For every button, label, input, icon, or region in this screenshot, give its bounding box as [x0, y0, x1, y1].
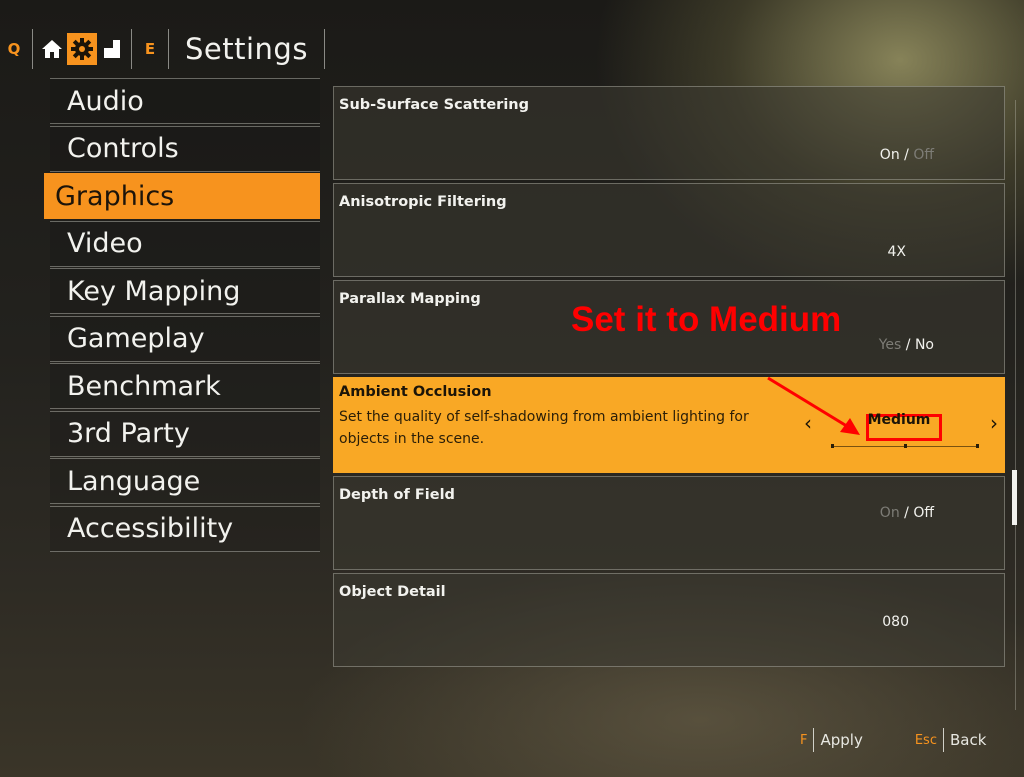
option-off[interactable]: Off: [913, 505, 934, 521]
slider-tick: [831, 444, 834, 448]
apply-key: F: [800, 732, 808, 748]
divider: [32, 29, 33, 69]
setting-label: Parallax Mapping: [339, 291, 481, 307]
option-yes[interactable]: Yes: [879, 337, 902, 353]
sidebar-item-audio[interactable]: Audio: [50, 78, 320, 124]
setting-anisotropic-filtering[interactable]: Anisotropic Filtering 4X: [333, 183, 1005, 277]
sidebar-item-3rd-party[interactable]: 3rd Party: [50, 410, 320, 457]
divider: [813, 728, 815, 752]
divider: [168, 29, 169, 69]
slider-tick: [976, 444, 979, 448]
option-on[interactable]: On: [880, 505, 900, 521]
back-button[interactable]: Back: [950, 731, 986, 749]
setting-label: Ambient Occlusion: [339, 384, 492, 400]
selected-value: Medium: [867, 412, 931, 428]
tab-settings[interactable]: [67, 33, 97, 65]
home-icon: [42, 40, 62, 58]
footer-actions: F Apply Esc Back: [800, 728, 986, 752]
sidebar-item-key-mapping[interactable]: Key Mapping: [50, 268, 320, 314]
back-key: Esc: [914, 732, 937, 748]
divider: [131, 29, 132, 69]
settings-categories: Audio Controls Graphics Video Key Mappin…: [44, 78, 320, 553]
sidebar-item-gameplay[interactable]: Gameplay: [50, 315, 320, 362]
setting-label: Sub-Surface Scattering: [339, 97, 529, 113]
setting-label: Object Detail: [339, 584, 446, 600]
sidebar-item-graphics[interactable]: Graphics: [44, 173, 320, 219]
setting-sub-surface-scattering[interactable]: Sub-Surface Scattering On / Off: [333, 86, 1005, 180]
sidebar-item-accessibility[interactable]: Accessibility: [50, 505, 320, 552]
graphics-settings-list: Sub-Surface Scattering On / Off Anisotro…: [333, 86, 1005, 670]
setting-ambient-occlusion[interactable]: Ambient Occlusion Set the quality of sel…: [333, 377, 1005, 473]
annotation-text: Set it to Medium: [571, 300, 842, 339]
scrollbar-thumb[interactable]: [1012, 470, 1017, 525]
top-navigation: Q E Settings: [0, 28, 329, 70]
annotation-arrow-icon: [767, 376, 860, 435]
setting-depth-of-field[interactable]: Depth of Field On / Off: [333, 476, 1005, 570]
gear-icon: [71, 38, 93, 60]
setting-description: Set the quality of self-shadowing from a…: [339, 409, 749, 447]
toggle-value[interactable]: On / Off: [880, 505, 934, 521]
prev-tab-key[interactable]: Q: [0, 40, 28, 58]
setting-label: Depth of Field: [339, 487, 455, 503]
divider: [942, 728, 944, 752]
option-no[interactable]: No: [915, 337, 934, 353]
option-off[interactable]: Off: [913, 147, 934, 163]
toggle-value[interactable]: On / Off: [880, 147, 934, 163]
tab-documents[interactable]: [97, 33, 127, 65]
next-tab-key[interactable]: E: [136, 40, 164, 58]
setting-label: Anisotropic Filtering: [339, 194, 507, 210]
toggle-value[interactable]: Yes / No: [879, 337, 934, 353]
scrollbar-track[interactable]: [1015, 100, 1016, 710]
divider: [323, 29, 325, 69]
sidebar-item-benchmark[interactable]: Benchmark: [50, 363, 320, 409]
sidebar-item-language[interactable]: Language: [50, 458, 320, 504]
setting-value[interactable]: 080: [882, 614, 909, 630]
page-title: Settings: [185, 32, 308, 66]
sidebar-item-video[interactable]: Video: [50, 220, 320, 267]
apply-button[interactable]: Apply: [820, 731, 862, 749]
setting-object-detail[interactable]: Object Detail 080: [333, 573, 1005, 667]
setting-value[interactable]: 4X: [888, 244, 907, 260]
sidebar-item-controls[interactable]: Controls: [50, 125, 320, 172]
tab-home[interactable]: [37, 33, 67, 65]
slider-handle[interactable]: [904, 444, 907, 448]
document-icon: [104, 40, 120, 58]
option-on[interactable]: On: [880, 147, 900, 163]
chevron-right-icon[interactable]: ›: [990, 411, 998, 435]
